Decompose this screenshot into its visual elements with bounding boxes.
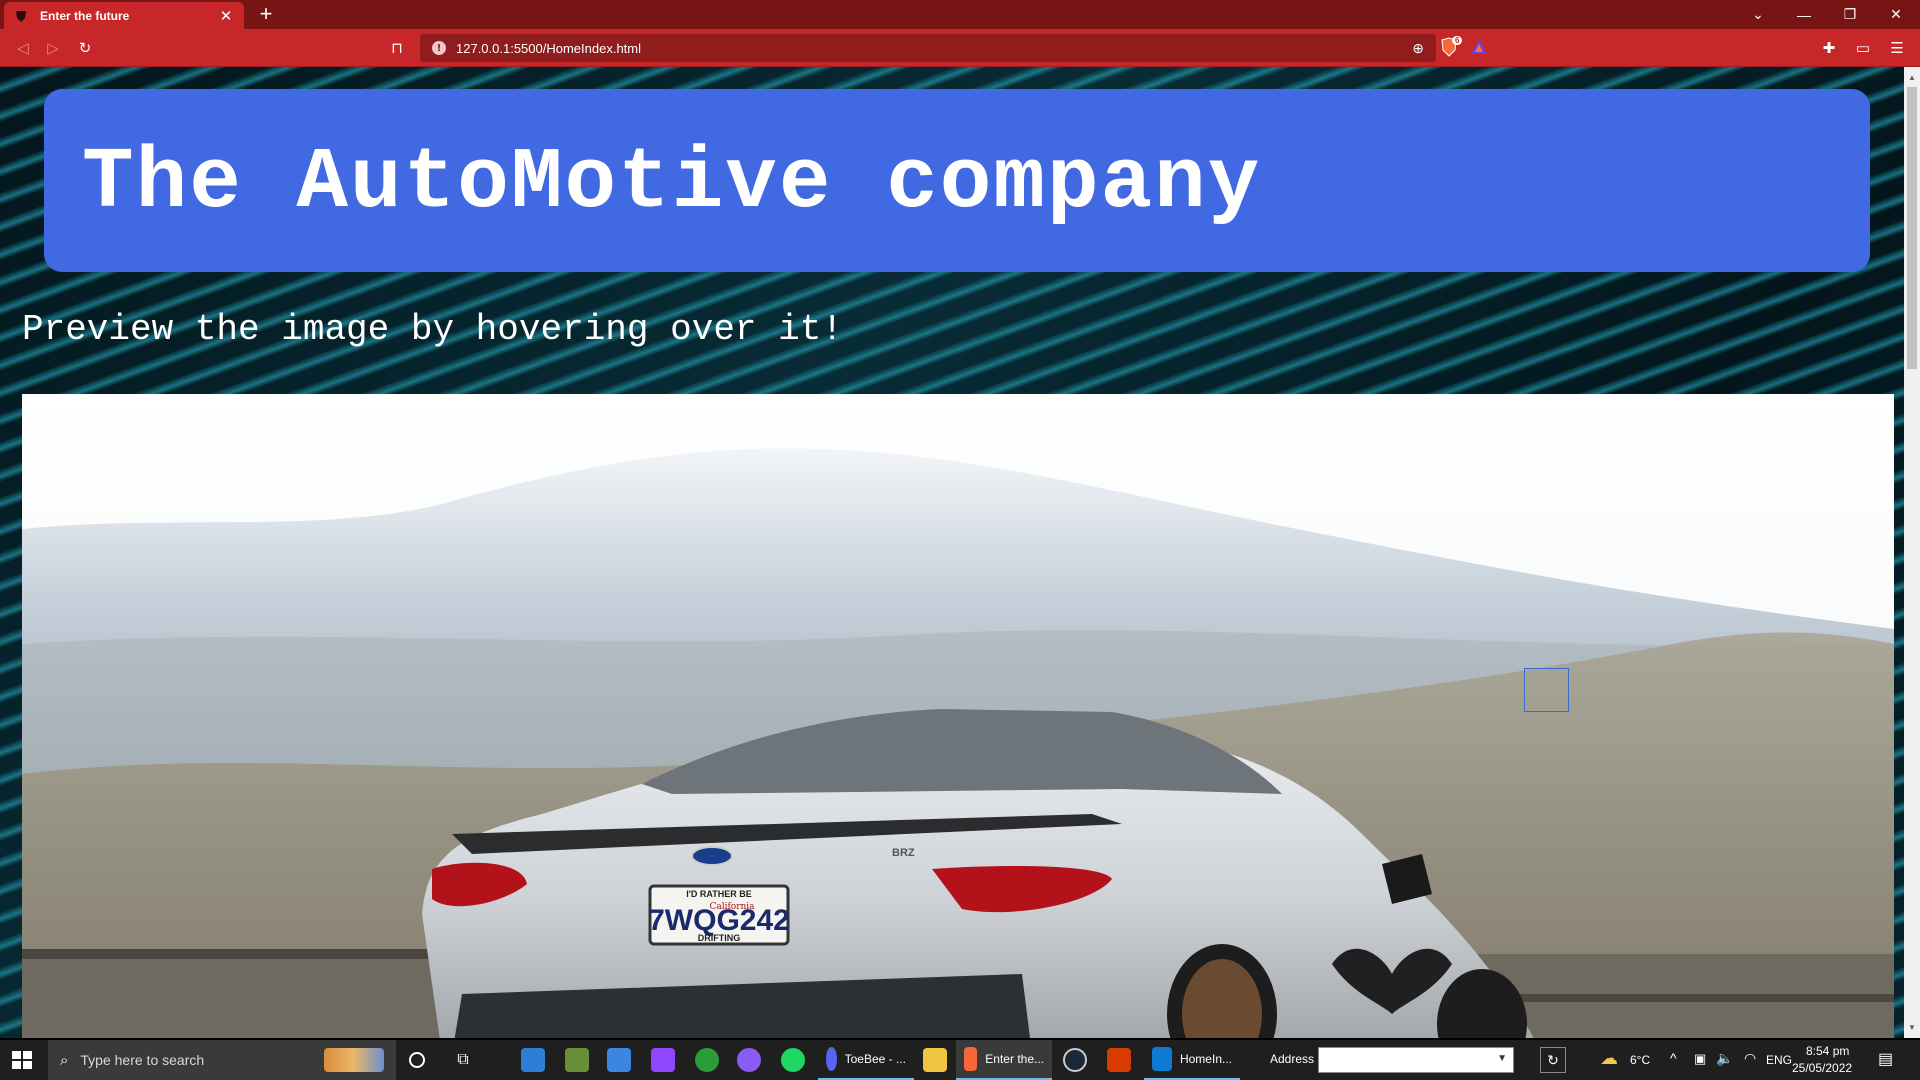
search-highlight-illustration-icon[interactable] bbox=[316, 1040, 392, 1080]
scroll-up-icon[interactable]: ▲ bbox=[1904, 69, 1920, 85]
brave-icon bbox=[964, 1047, 978, 1071]
address-toolbar-label: Address bbox=[1270, 1052, 1315, 1066]
office-app-icon[interactable] bbox=[1102, 1040, 1136, 1080]
volume-icon[interactable]: 🔈 bbox=[1716, 1050, 1733, 1067]
scrollbar-thumb[interactable] bbox=[1907, 87, 1917, 369]
chevron-down-icon[interactable]: ▼ bbox=[1497, 1053, 1507, 1064]
brave-label: Enter the... bbox=[985, 1052, 1044, 1066]
clock-time[interactable]: 8:54 pm bbox=[1806, 1044, 1849, 1058]
tray-chevron-up-icon[interactable]: ^ bbox=[1670, 1050, 1677, 1066]
messenger-app-icon[interactable] bbox=[732, 1040, 766, 1080]
taskbar-vscode-button[interactable]: HomeIn... bbox=[1144, 1040, 1240, 1080]
plate-bottom-text: DRIFTING bbox=[698, 933, 741, 943]
url-text: 127.0.0.1:5500/HomeIndex.html bbox=[456, 40, 642, 56]
vscode-icon bbox=[1152, 1047, 1172, 1071]
xbox-app-icon[interactable] bbox=[690, 1040, 724, 1080]
taskbar-discord-button[interactable]: ToeBee - ... bbox=[818, 1040, 914, 1080]
hover-preview-square bbox=[1524, 668, 1569, 712]
restore-icon[interactable]: ❐ bbox=[1828, 0, 1872, 29]
weather-icon[interactable]: ☁ bbox=[1600, 1048, 1618, 1069]
header-banner: The AutoMotive company bbox=[44, 89, 1870, 272]
twitch-app-icon[interactable] bbox=[646, 1040, 680, 1080]
address-go-icon[interactable]: ↻ bbox=[1540, 1047, 1566, 1073]
windows-taskbar: ⌕ Type here to search ⧉ ToeBee - ... Ent… bbox=[0, 1040, 1920, 1080]
scroll-down-icon[interactable]: ▼ bbox=[1904, 1019, 1920, 1035]
plate-top-text: I'D RATHER BE bbox=[686, 889, 751, 899]
tab-close-icon[interactable]: ✕ bbox=[218, 7, 234, 25]
shield-count-badge: 6 bbox=[1452, 36, 1463, 45]
weather-temperature[interactable]: 6°C bbox=[1630, 1053, 1650, 1067]
tab-title: Enter the future bbox=[40, 8, 130, 23]
search-placeholder: Type here to search bbox=[80, 1052, 205, 1068]
steam-app-icon[interactable] bbox=[1058, 1040, 1092, 1080]
brave-rewards-icon[interactable] bbox=[1470, 38, 1488, 56]
address-toolbar-input[interactable]: ▼ bbox=[1318, 1047, 1514, 1073]
browser-tab[interactable]: Enter the future ✕ bbox=[4, 2, 244, 29]
store-app-icon[interactable] bbox=[602, 1040, 636, 1080]
plate-state-text: California bbox=[709, 902, 755, 912]
reload-icon[interactable]: ↻ bbox=[74, 37, 96, 59]
brave-favicon-icon bbox=[16, 10, 26, 22]
minecraft-app-icon[interactable] bbox=[560, 1040, 594, 1080]
mail-app-icon[interactable] bbox=[516, 1040, 550, 1080]
task-view-icon[interactable]: ⧉ bbox=[446, 1040, 480, 1080]
address-bar[interactable]: ! 127.0.0.1:5500/HomeIndex.html ⊕ bbox=[420, 34, 1436, 62]
browser-toolbar: ◁ ▷ ↻ ⊓ ! 127.0.0.1:5500/HomeIndex.html … bbox=[0, 29, 1920, 67]
model-badge-text: BRZ bbox=[892, 847, 915, 859]
spotify-app-icon[interactable] bbox=[776, 1040, 810, 1080]
subaru-badge-icon bbox=[691, 846, 733, 866]
page-scrollbar[interactable]: ▲ ▼ bbox=[1904, 67, 1920, 1038]
vscode-label: HomeIn... bbox=[1179, 1052, 1232, 1066]
back-icon[interactable]: ◁ bbox=[12, 37, 34, 59]
extensions-icon[interactable]: ✚ bbox=[1818, 37, 1840, 59]
tab-list-chevron-icon[interactable]: ⌄ bbox=[1736, 0, 1780, 29]
car-photo-illustration: I'D RATHER BE 7WQG242 DRIFTING Californi… bbox=[22, 394, 1894, 1038]
minimize-icon[interactable]: — bbox=[1782, 0, 1826, 29]
browser-tab-bar: Enter the future ✕ + ⌄ — ❐ ✕ bbox=[0, 0, 1920, 29]
zoom-icon[interactable]: ⊕ bbox=[1412, 40, 1424, 57]
new-tab-button[interactable]: + bbox=[254, 2, 278, 26]
clock-date[interactable]: 25/05/2022 bbox=[1792, 1061, 1852, 1075]
discord-label: ToeBee - ... bbox=[844, 1052, 906, 1066]
menu-icon[interactable]: ☰ bbox=[1886, 37, 1908, 59]
page-title: The AutoMotive company bbox=[82, 134, 1262, 232]
file-explorer-icon[interactable] bbox=[918, 1040, 952, 1080]
discord-icon bbox=[826, 1047, 837, 1071]
close-window-icon[interactable]: ✕ bbox=[1874, 0, 1918, 29]
cortana-icon[interactable] bbox=[400, 1040, 434, 1080]
windows-start-icon[interactable] bbox=[12, 1051, 32, 1069]
page-viewport: The AutoMotive company Preview the image… bbox=[0, 67, 1904, 1038]
search-icon: ⌕ bbox=[60, 1051, 69, 1069]
site-info-icon[interactable]: ! bbox=[432, 41, 446, 55]
wifi-icon[interactable]: ◠ bbox=[1744, 1050, 1756, 1067]
meet-now-icon[interactable]: ▣ bbox=[1694, 1051, 1706, 1067]
car-preview-image[interactable]: I'D RATHER BE 7WQG242 DRIFTING Californi… bbox=[22, 394, 1894, 1038]
language-indicator[interactable]: ENG bbox=[1766, 1053, 1792, 1067]
wallet-icon[interactable]: ▭ bbox=[1852, 37, 1874, 59]
taskbar-brave-button[interactable]: Enter the... bbox=[956, 1040, 1052, 1080]
notifications-icon[interactable]: ▤ bbox=[1878, 1049, 1893, 1069]
forward-icon[interactable]: ▷ bbox=[42, 37, 64, 59]
page-subtitle: Preview the image by hovering over it! bbox=[22, 309, 843, 350]
bookmark-icon[interactable]: ⊓ bbox=[386, 37, 408, 59]
